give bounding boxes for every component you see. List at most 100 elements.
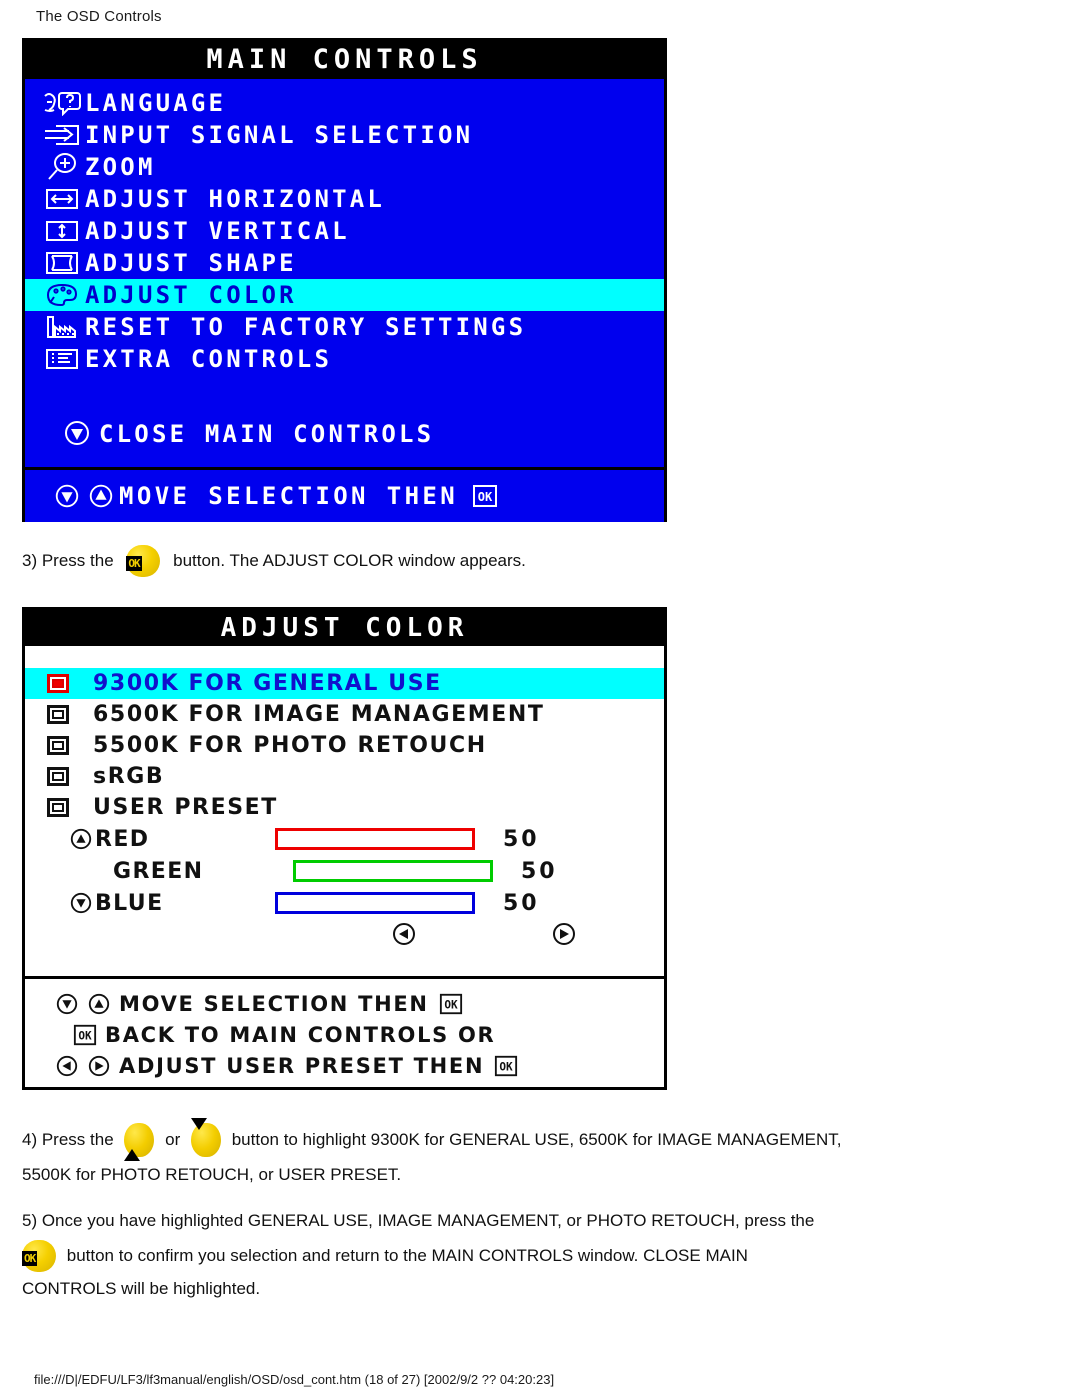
menu-item-label: ZOOM	[85, 153, 156, 181]
menu-item-adjust-vertical[interactable]: ADJUST VERTICAL	[25, 215, 664, 247]
left-triangle-button-icon	[55, 1054, 79, 1078]
slider-row-red[interactable]: RED 50	[25, 823, 664, 855]
slider-track-blue[interactable]	[275, 892, 475, 914]
preset-label: 9300K FOR GENERAL USE	[93, 671, 442, 696]
slider-arrow-buttons	[25, 919, 664, 953]
main-controls-title: MAIN CONTROLS	[25, 41, 664, 79]
vertical-arrows-icon	[39, 216, 85, 246]
step5-line2: OK button to confirm you selection and r…	[22, 1238, 748, 1273]
close-main-controls-label: CLOSE MAIN CONTROLS	[99, 420, 435, 448]
svg-text:OK: OK	[500, 1060, 514, 1073]
hint-move-selection: MOVE SELECTION THEN OK	[25, 988, 664, 1019]
step3-post-text: button. The ADJUST COLOR window appears.	[173, 550, 526, 570]
menu-item-label: INPUT SIGNAL SELECTION	[85, 121, 474, 149]
preset-item-9300k[interactable]: 9300K FOR GENERAL USE	[25, 668, 664, 699]
down-arrow-button-icon[interactable]	[190, 1117, 221, 1157]
slider-label: BLUE	[95, 890, 164, 916]
adjust-color-title: ADJUST COLOR	[25, 610, 664, 646]
hint-adjust-user-preset: ADJUST USER PRESET THEN OK	[25, 1050, 664, 1081]
svg-text:OK: OK	[478, 490, 493, 504]
adjust-color-osd-panel: ADJUST COLOR 9300K FOR GENERAL USE 6500K…	[22, 607, 667, 1090]
left-triangle-button-icon[interactable]	[391, 921, 417, 947]
up-triangle-button-icon	[83, 481, 119, 511]
menu-item-adjust-color[interactable]: ADJUST COLOR	[25, 279, 664, 311]
menu-item-label: RESET TO FACTORY SETTINGS	[85, 313, 527, 341]
step3-pre-text: 3) Press the	[22, 550, 114, 570]
menu-item-label: ADJUST COLOR	[85, 281, 297, 309]
menu-item-label: EXTRA CONTROLS	[85, 345, 333, 373]
right-triangle-button-icon	[87, 1054, 111, 1078]
up-triangle-button-icon	[47, 827, 95, 851]
up-triangle-button-icon	[87, 992, 111, 1016]
step4-post-text: button to highlight 9300K for GENERAL US…	[231, 1129, 842, 1149]
slider-label: GREEN	[113, 858, 204, 884]
preset-label: USER PRESET	[93, 795, 278, 820]
input-signal-arrow-icon	[39, 120, 85, 150]
preset-label: 5500K FOR PHOTO RETOUCH	[93, 733, 487, 758]
menu-item-extra-controls[interactable]: EXTRA CONTROLS	[25, 343, 664, 375]
ok-button-icon: OK	[73, 1023, 97, 1047]
down-triangle-button-icon	[47, 891, 95, 915]
menu-item-label: ADJUST HORIZONTAL	[85, 185, 386, 213]
radio-icon	[47, 767, 93, 786]
menu-item-reset-to-factory-settings[interactable]: RESET TO FACTORY SETTINGS	[25, 311, 664, 343]
ok-button-icon: OK	[494, 1054, 518, 1078]
hint-label: MOVE SELECTION THEN	[119, 991, 429, 1016]
menu-item-label: ADJUST VERTICAL	[85, 217, 350, 245]
preset-label: sRGB	[93, 764, 165, 789]
hint-label: ADJUST USER PRESET THEN	[119, 1053, 485, 1078]
step4-mid-text: or	[165, 1129, 181, 1149]
menu-item-adjust-horizontal[interactable]: ADJUST HORIZONTAL	[25, 183, 664, 215]
language-head-question-icon	[39, 88, 85, 118]
menu-item-label: ADJUST SHAPE	[85, 249, 297, 277]
step4-line2: 5500K for PHOTO RETOUCH, or USER PRESET.	[22, 1165, 402, 1184]
radio-selected-icon	[47, 674, 93, 693]
preset-item-6500k[interactable]: 6500K FOR IMAGE MANAGEMENT	[25, 699, 664, 730]
radio-icon	[47, 798, 93, 817]
preset-label: 6500K FOR IMAGE MANAGEMENT	[93, 702, 545, 727]
menu-item-zoom[interactable]: ZOOM	[25, 151, 664, 183]
hint-label: BACK TO MAIN CONTROLS OR	[105, 1022, 496, 1047]
horizontal-arrows-icon	[39, 184, 85, 214]
slider-row-blue[interactable]: BLUE 50	[25, 887, 664, 919]
step4-pre-text: 4) Press the	[22, 1129, 114, 1149]
main-controls-osd-panel: MAIN CONTROLS LANGUAGE INPUT SIGNAL SELE…	[22, 38, 667, 522]
step5-line2-text: button to confirm you selection and retu…	[66, 1245, 748, 1265]
page-title: The OSD Controls	[36, 8, 162, 25]
main-controls-footer-hint: MOVE SELECTION THEN OK	[25, 467, 664, 522]
slider-value: 50	[521, 858, 558, 884]
menu-item-adjust-shape[interactable]: ADJUST SHAPE	[25, 247, 664, 279]
down-triangle-button-icon	[51, 481, 83, 511]
menu-item-close-main-controls[interactable]: CLOSE MAIN CONTROLS	[25, 417, 664, 451]
ok-button-icon: OK	[472, 483, 498, 509]
down-triangle-button-icon	[55, 992, 79, 1016]
step5-line1: 5) Once you have highlighted GENERAL USE…	[22, 1211, 815, 1230]
adjust-color-footer-hints: MOVE SELECTION THEN OK OK BACK TO MAIN C…	[25, 976, 664, 1087]
down-triangle-button-icon	[55, 419, 99, 449]
menu-item-input-signal-selection[interactable]: INPUT SIGNAL SELECTION	[25, 119, 664, 151]
factory-icon	[39, 312, 85, 342]
step3-paragraph: 3) Press the OK button. The ADJUST COLOR…	[22, 543, 526, 578]
preset-item-5500k[interactable]: 5500K FOR PHOTO RETOUCH	[25, 730, 664, 761]
menu-spacer	[25, 375, 664, 417]
preset-item-srgb[interactable]: sRGB	[25, 761, 664, 792]
slider-row-green[interactable]: GREEN 50	[25, 855, 664, 887]
preset-item-user-preset[interactable]: USER PRESET	[25, 792, 664, 823]
up-arrow-button-icon[interactable]	[124, 1122, 155, 1161]
footer-file-path: file:///D|/EDFU/LF3/lf3manual/english/OS…	[34, 1372, 555, 1387]
ok-button-icon: OK	[439, 992, 463, 1016]
menu-item-label: LANGUAGE	[85, 89, 227, 117]
svg-text:OK: OK	[444, 998, 458, 1011]
ok-button-icon[interactable]: OK	[22, 1239, 56, 1272]
slider-value: 50	[503, 826, 540, 852]
adjust-color-list: 9300K FOR GENERAL USE 6500K FOR IMAGE MA…	[25, 646, 664, 976]
right-triangle-button-icon[interactable]	[551, 921, 577, 947]
menu-item-language[interactable]: LANGUAGE	[25, 87, 664, 119]
radio-icon	[47, 736, 93, 755]
ok-button-icon[interactable]: OK	[126, 544, 161, 577]
slider-value: 50	[503, 890, 540, 916]
slider-track-green[interactable]	[293, 860, 493, 882]
radio-icon	[47, 705, 93, 724]
slider-track-red[interactable]	[275, 828, 475, 850]
list-panel-icon	[39, 344, 85, 374]
